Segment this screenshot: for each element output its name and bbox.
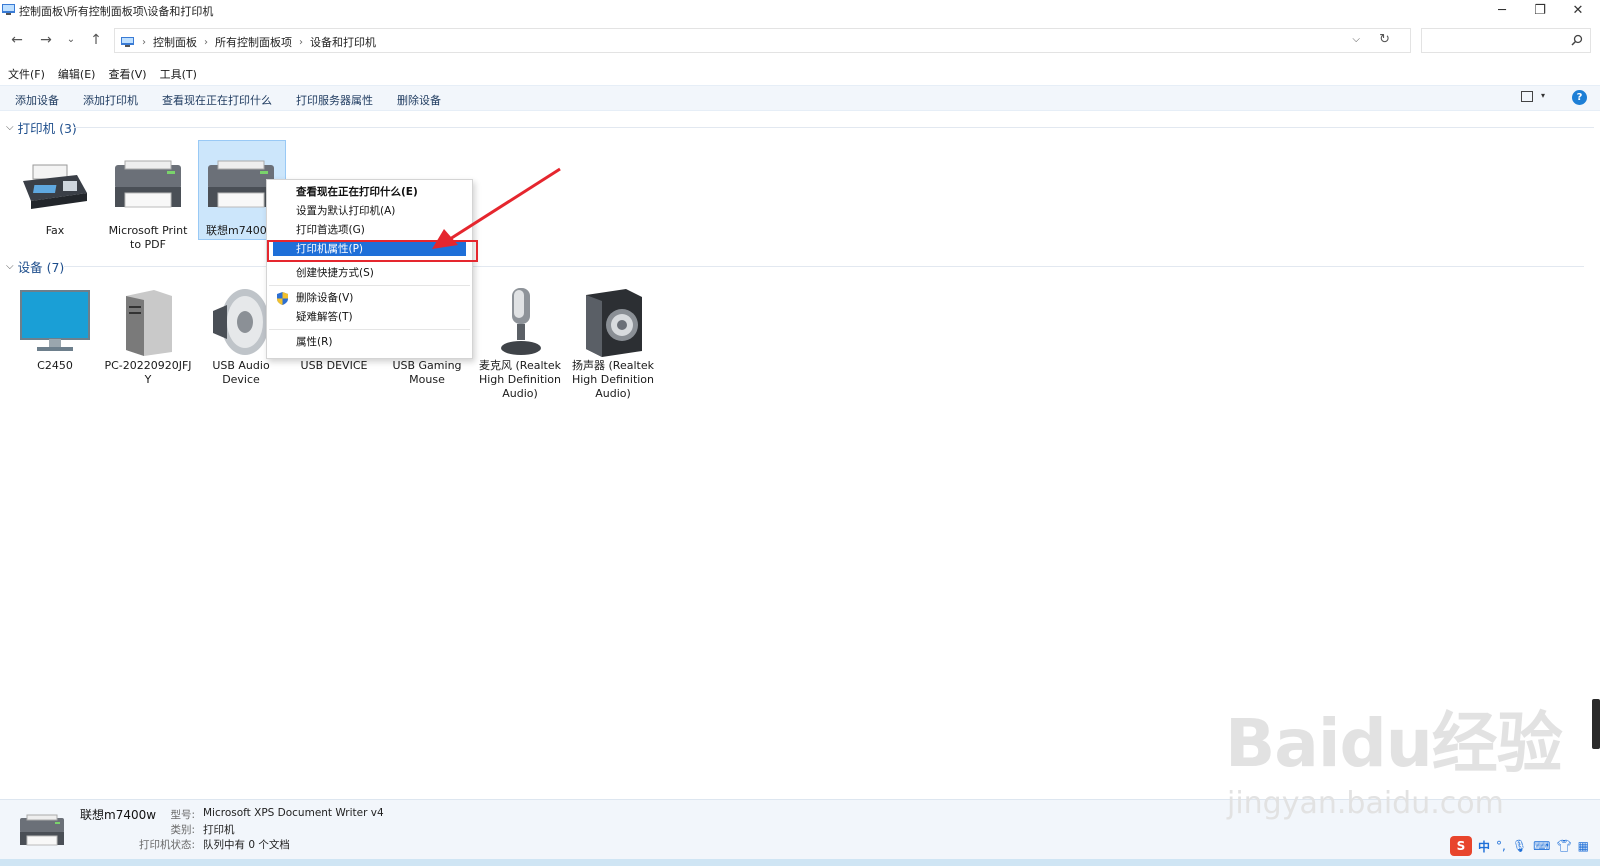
back-arrow-icon[interactable]: ← <box>8 32 26 48</box>
control-panel-icon <box>2 4 15 15</box>
grid-menu-icon[interactable]: ▦ <box>1578 839 1589 853</box>
ime-lang-toggle[interactable]: 中 <box>1478 838 1490 855</box>
printer-icon <box>20 814 64 846</box>
devices-group-title: 设备 (7) <box>17 260 65 275</box>
model-value: Microsoft XPS Document Writer v4 <box>203 807 384 819</box>
change-view-icon[interactable] <box>1521 91 1533 102</box>
command-bar: 添加设备 添加打印机 查看现在正在打印什么 打印服务器属性 删除设备 ▾ ? <box>0 85 1600 111</box>
up-arrow-icon[interactable]: ↑ <box>87 32 105 48</box>
minimize-button[interactable]: ─ <box>1484 0 1520 20</box>
fax-icon <box>23 164 87 209</box>
bottom-strip <box>0 859 1600 866</box>
device-label: 扬声器 (Realtek High Definition Audio) <box>571 359 655 400</box>
see-printing-button[interactable]: 查看现在正在打印什么 <box>162 92 272 108</box>
menu-item-troubleshoot[interactable]: 疑难解答(T) <box>267 308 472 327</box>
breadcrumb-separator: › <box>142 36 146 48</box>
watermark-brand: Baidu经验 <box>1225 705 1563 782</box>
close-button[interactable]: ✕ <box>1560 0 1596 20</box>
ime-punct-toggle[interactable]: °, <box>1496 839 1506 853</box>
keyboard-icon[interactable]: ⌨︎ <box>1533 839 1550 853</box>
menu-edit[interactable]: 编辑(E) <box>58 66 96 84</box>
edge-handle[interactable] <box>1592 699 1600 749</box>
add-device-button[interactable]: 添加设备 <box>15 92 59 108</box>
group-divider <box>74 127 1594 128</box>
category-value: 打印机 <box>203 824 235 836</box>
menu-item-remove-device-label: 删除设备(V) <box>296 292 354 304</box>
menu-item-create-shortcut[interactable]: 创建快捷方式(S) <box>267 264 472 283</box>
restore-button[interactable]: ❐ <box>1522 0 1558 20</box>
menu-file[interactable]: 文件(F) <box>8 66 45 84</box>
print-server-props-button[interactable]: 打印服务器属性 <box>296 92 373 108</box>
microphone-icon <box>501 288 541 355</box>
menu-item-properties[interactable]: 属性(R) <box>267 333 472 352</box>
monitor-icon <box>20 290 90 351</box>
model-key: 型号: <box>170 809 195 821</box>
search-icon <box>1571 34 1583 46</box>
menu-item-remove-device[interactable]: 删除设备(V) <box>267 289 472 308</box>
search-input[interactable] <box>1421 28 1591 53</box>
speaker-box-icon <box>586 289 642 357</box>
address-dropdown-icon[interactable]: ⌵ <box>1352 34 1360 45</box>
device-label: USB Gaming Mouse <box>392 359 462 386</box>
breadcrumb-control-panel[interactable]: 控制面板 <box>153 34 197 50</box>
breadcrumb-separator: › <box>299 36 303 48</box>
skin-icon[interactable]: 👕︎ <box>1556 839 1571 853</box>
refresh-icon[interactable]: ↻ <box>1379 32 1390 47</box>
title-bar: 控制面板\所有控制面板项\设备和打印机 ─ ❐ ✕ <box>0 0 1600 20</box>
control-panel-icon <box>121 37 134 47</box>
device-label: PC-20220920JFJY <box>104 359 192 386</box>
breadcrumb-devices-printers[interactable]: 设备和打印机 <box>310 34 376 50</box>
menu-bar: 文件(F) 编辑(E) 查看(V) 工具(T) <box>0 66 197 84</box>
baidu-watermark: Baidu经验 jingyan.baidu.com <box>1225 690 1563 821</box>
annotation-arrow-icon <box>432 167 561 249</box>
device-label: C2450 <box>37 359 73 372</box>
speaker-icon <box>213 289 269 355</box>
menu-view[interactable]: 查看(V) <box>108 66 146 84</box>
menu-separator <box>269 329 470 330</box>
menu-separator <box>269 285 470 286</box>
breadcrumb-all-items[interactable]: 所有控制面板项 <box>215 34 292 50</box>
device-item-monitor[interactable]: C2450 <box>10 285 100 373</box>
ime-toolbar: S 中 °, 🎙︎ ⌨︎ 👕︎ ▦ <box>1450 836 1589 856</box>
help-icon[interactable]: ? <box>1572 90 1587 105</box>
category-key: 类别: <box>170 824 195 836</box>
add-printer-button[interactable]: 添加打印机 <box>83 92 138 108</box>
device-item-microphone[interactable]: 麦克风 (Realtek High Definition Audio) <box>475 285 565 401</box>
status-value: 队列中有 0 个文档 <box>203 839 290 851</box>
device-item-speaker[interactable]: 扬声器 (Realtek High Definition Audio) <box>568 285 658 401</box>
printers-group-title: 打印机 (3) <box>17 121 77 136</box>
breadcrumb: › 控制面板 › 所有控制面板项 › 设备和打印机 <box>121 34 376 50</box>
sogou-logo-icon[interactable]: S <box>1450 836 1472 856</box>
shield-icon <box>277 292 288 305</box>
computer-tower-icon <box>126 290 172 356</box>
collapse-chevron-icon[interactable]: ⌵ <box>6 122 14 133</box>
printers-group-header[interactable]: ⌵ 打印机 (3) <box>6 118 1594 137</box>
device-label: USB DEVICE <box>300 359 368 372</box>
device-label: Fax <box>45 224 65 237</box>
watermark-url: jingyan.baidu.com <box>1227 786 1504 821</box>
window-title: 控制面板\所有控制面板项\设备和打印机 <box>19 5 214 18</box>
device-label: 麦克风 (Realtek High Definition Audio) <box>478 359 562 400</box>
address-bar[interactable]: › 控制面板 › 所有控制面板项 › 设备和打印机 ⌵ ↻ <box>114 28 1411 53</box>
breadcrumb-separator: › <box>204 36 208 48</box>
devices-group-header[interactable]: ⌵ 设备 (7) <box>6 257 1584 276</box>
status-key: 打印机状态: <box>138 839 195 851</box>
menu-tools[interactable]: 工具(T) <box>160 66 197 84</box>
view-options-dropdown-icon[interactable]: ▾ <box>1541 91 1545 100</box>
remove-device-button[interactable]: 删除设备 <box>397 92 441 108</box>
forward-arrow-icon[interactable]: → <box>37 32 55 48</box>
collapse-chevron-icon[interactable]: ⌵ <box>6 261 14 272</box>
printer-item-ms-print-to-pdf[interactable]: Microsoft Print to PDF <box>103 150 193 252</box>
device-label: USB Audio Device <box>212 359 270 386</box>
device-item-pc[interactable]: PC-20220920JFJY <box>103 285 193 387</box>
microphone-icon[interactable]: 🎙︎ <box>1512 839 1527 853</box>
printer-icon <box>115 160 181 208</box>
printer-item-fax[interactable]: Fax <box>10 150 100 238</box>
navigation-bar: ← → ⌄ ↑ › 控制面板 › 所有控制面板项 › 设备和打印机 ⌵ ↻ <box>0 26 1600 56</box>
recent-locations-icon[interactable]: ⌄ <box>62 34 80 45</box>
device-label: Microsoft Print to PDF <box>108 224 188 251</box>
